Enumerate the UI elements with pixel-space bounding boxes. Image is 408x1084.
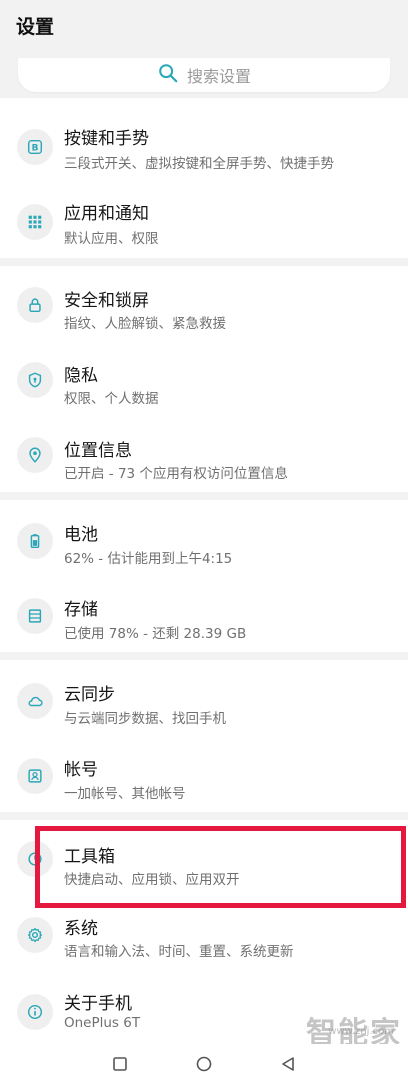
page-title: 设置: [16, 16, 55, 38]
settings-item-location[interactable]: 位置信息 已开启 - 73 个应用有权访问位置信息: [0, 416, 408, 491]
svg-text:B: B: [32, 144, 39, 154]
home-button[interactable]: [195, 1056, 213, 1078]
item-title: 关于手机: [64, 994, 132, 1014]
search-bar[interactable]: 搜索设置: [18, 58, 390, 92]
toolbox-icon: [17, 841, 53, 877]
settings-section-accounts: 云同步 与云端同步数据、找回手机 帐号 一加帐号、其他帐号: [0, 660, 408, 812]
item-title: 安全和锁屏: [64, 291, 149, 311]
search-placeholder: 搜索设置: [186, 67, 251, 86]
settings-item-storage[interactable]: 存储 已使用 78% - 还剩 28.39 GB: [0, 577, 408, 652]
item-subtitle: 已使用 78% - 还剩 28.39 GB: [64, 626, 247, 642]
item-title: 位置信息: [64, 441, 132, 461]
item-title: 存储: [64, 600, 98, 620]
search-icon: [157, 62, 179, 88]
battery-icon: [17, 523, 53, 559]
settings-item-apps-notifications[interactable]: 应用和通知 默认应用、权限: [0, 183, 408, 258]
settings-item-system[interactable]: 系统 语言和输入法、时间、重置、系统更新: [0, 900, 408, 975]
lock-icon: [17, 287, 53, 323]
gear-icon: [17, 917, 53, 953]
item-subtitle: 已开启 - 73 个应用有权访问位置信息: [64, 466, 288, 482]
item-title: 帐号: [64, 760, 98, 780]
item-title: 云同步: [64, 685, 115, 705]
item-subtitle: 62% - 估计能用到上午4:15: [64, 551, 233, 567]
item-title: 系统: [64, 919, 98, 939]
settings-item-battery[interactable]: 电池 62% - 估计能用到上午4:15: [0, 502, 408, 577]
settings-item-cloud-sync[interactable]: 云同步 与云端同步数据、找回手机: [0, 662, 408, 737]
settings-section-security: 安全和锁屏 指纹、人脸解锁、紧急救援 隐私 权限、个人数据 位置信息 已开启 -…: [0, 266, 408, 492]
settings-item-privacy[interactable]: 隐私 权限、个人数据: [0, 341, 408, 416]
watermark-url: www.znj.com: [328, 1026, 394, 1037]
settings-item-toolbox[interactable]: 工具箱 快捷启动、应用锁、应用双开: [0, 820, 408, 895]
item-title: 按键和手势: [64, 129, 149, 149]
item-subtitle: 与云端同步数据、找回手机: [64, 711, 226, 727]
item-subtitle: 语言和输入法、时间、重置、系统更新: [64, 944, 294, 960]
b-key-icon: B: [17, 129, 53, 165]
item-title: 工具箱: [64, 847, 115, 867]
settings-item-buttons-gestures[interactable]: B 按键和手势 三段式开关、虚拟按键和全屏手势、快捷手势: [0, 108, 408, 183]
recents-button[interactable]: [112, 1056, 128, 1076]
account-icon: [17, 758, 53, 794]
item-subtitle: 快捷启动、应用锁、应用双开: [64, 872, 240, 888]
location-pin-icon: [17, 437, 53, 473]
item-subtitle: 指纹、人脸解锁、紧急救援: [64, 316, 226, 332]
item-subtitle: 默认应用、权限: [64, 231, 159, 247]
item-subtitle: 三段式开关、虚拟按键和全屏手势、快捷手势: [64, 156, 334, 172]
navigation-bar: [0, 1044, 408, 1084]
item-title: 电池: [64, 525, 98, 545]
settings-item-account[interactable]: 帐号 一加帐号、其他帐号: [0, 737, 408, 812]
settings-item-security-lockscreen[interactable]: 安全和锁屏 指纹、人脸解锁、紧急救援: [0, 266, 408, 341]
cloud-icon: [17, 683, 53, 719]
item-subtitle: OnePlus 6T: [64, 1015, 141, 1031]
privacy-shield-icon: [17, 362, 53, 398]
item-title: 隐私: [64, 366, 98, 386]
item-subtitle: 一加帐号、其他帐号: [64, 786, 186, 802]
grid-apps-icon: [17, 204, 53, 240]
settings-section-input: B 按键和手势 三段式开关、虚拟按键和全屏手势、快捷手势 应用和通知 默认应用、…: [0, 98, 408, 258]
back-button[interactable]: [280, 1056, 296, 1076]
storage-icon: [17, 598, 53, 634]
item-subtitle: 权限、个人数据: [64, 391, 159, 407]
item-title: 应用和通知: [64, 204, 149, 224]
settings-section-device: 电池 62% - 估计能用到上午4:15 存储 已使用 78% - 还剩 28.…: [0, 500, 408, 652]
info-icon: [17, 994, 53, 1030]
